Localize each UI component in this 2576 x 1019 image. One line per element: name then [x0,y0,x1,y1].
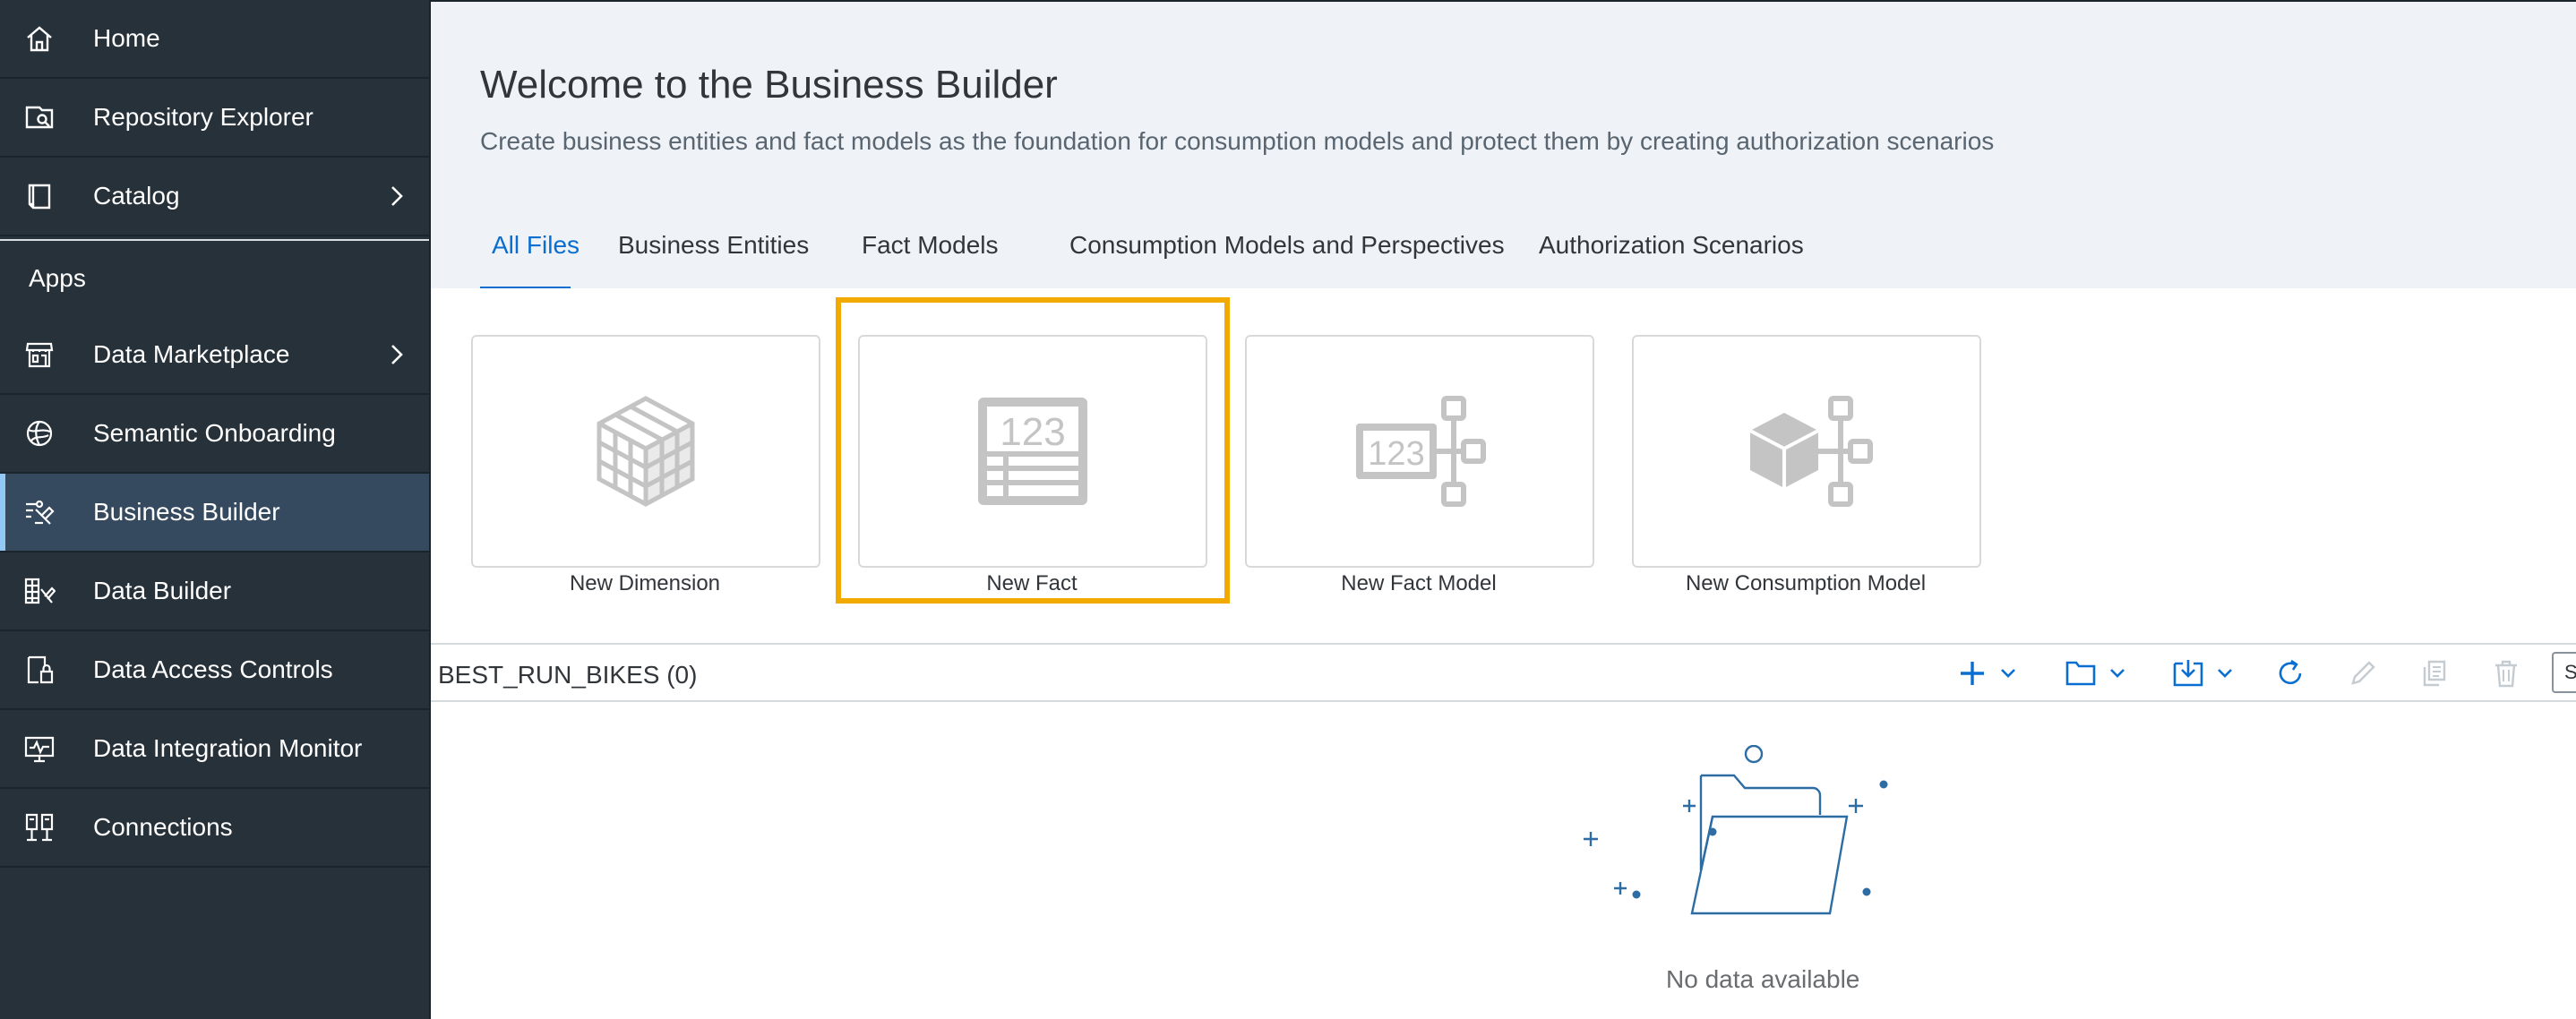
empty-state-message: No data available [1666,965,1860,993]
chevron-right-icon [384,342,409,367]
repository-toolbar: BEST_RUN_BIKES (0) S [431,643,2576,702]
nav-item-data-builder[interactable]: Data Builder [0,552,429,631]
trash-icon [2495,660,2517,688]
nav-label: Home [93,24,160,52]
consumption-model-icon [1749,396,1873,507]
fact-icon-text: 123 [1000,410,1065,454]
nav-label: Data Marketplace [93,340,290,368]
chevron-down-icon [2110,669,2125,678]
nav-label: Semantic Onboarding [93,419,336,447]
nav-label: Repository Explorer [93,103,313,131]
chevron-right-icon [384,184,409,209]
nav-label: Business Builder [93,498,280,526]
import-icon [2173,660,2203,687]
chevron-down-icon [2001,669,2015,678]
page-subtitle: Create business entities and fact models… [480,127,1995,155]
nav-label: Connections [93,813,233,841]
refresh-icon [2279,659,2302,685]
tile-card[interactable] [1632,335,1981,568]
nav-label: Data Integration Monitor [93,734,363,762]
dimension-cube-icon [597,396,695,507]
nav-item-connections[interactable]: Connections [0,789,429,868]
data-access-lock-icon [23,654,56,686]
empty-folder-illustration [1584,745,1888,915]
empty-state: No data available [431,702,2576,1019]
refresh-button[interactable] [2275,655,2306,691]
pencil-icon [2351,661,2375,685]
tab-authorization-scenarios[interactable]: Authorization Scenarios [1539,231,1804,290]
delete-button[interactable] [2491,655,2521,691]
nav-label: Data Access Controls [93,655,333,683]
tile-card[interactable] [471,335,820,568]
tile-label: New Consumption Model [1685,571,1927,595]
nav-item-catalog[interactable]: Catalog [0,158,429,236]
tile-card[interactable]: 123 [858,335,1207,568]
nav-item-data-marketplace[interactable]: Data Marketplace [0,316,429,395]
tile-label: New Fact [986,571,1078,595]
catalog-book-icon [23,180,56,212]
copy-button[interactable] [2419,655,2450,691]
data-builder-icon [23,575,56,607]
globe-onboarding-icon [23,417,56,450]
home-icon [23,22,56,55]
tab-all-files[interactable]: All Files [480,231,580,290]
edit-button[interactable] [2348,655,2378,691]
nav-item-semantic-onboarding[interactable]: Semantic Onboarding [0,395,429,474]
fact-model-icon: 123 [1356,396,1486,507]
fact-table-icon: 123 [978,398,1087,505]
import-menu-button[interactable] [2172,655,2237,691]
tab-fact-models[interactable]: Fact Models [862,231,999,290]
tile-label: New Fact Model [1341,571,1497,595]
tab-consumption-models[interactable]: Consumption Models and Perspectives [1069,231,1505,290]
fact-model-icon-text: 123 [1368,435,1424,473]
tab-business-entities[interactable]: Business Entities [618,231,809,290]
tile-label: New Dimension [569,571,721,595]
nav-item-home[interactable]: Home [0,0,429,79]
copy-icon [2423,660,2446,687]
nav-item-data-integration-monitor[interactable]: Data Integration Monitor [0,710,429,789]
repository-title: BEST_RUN_BIKES (0) [438,661,698,689]
connections-icon [23,811,56,843]
search-input[interactable]: S [2552,652,2576,693]
folder-icon [2065,661,2096,686]
tile-card[interactable]: 123 [1245,335,1594,568]
side-navigation: Home Repository Explorer Catalog Apps Da… [0,0,431,1019]
business-builder-icon [23,496,56,528]
nav-label: Catalog [93,182,180,210]
nav-group-label: Apps [29,264,86,292]
nav-item-data-access-controls[interactable]: Data Access Controls [0,631,429,710]
create-tiles: New Dimension 123 New Fact 123 New Fact … [431,288,2576,643]
plus-icon [1961,662,1984,685]
page-title: Welcome to the Business Builder [480,63,1058,107]
nav-group-apps: Apps [0,239,429,316]
chevron-down-icon [2218,669,2232,678]
storefront-icon [23,338,56,371]
nav-item-repository-explorer[interactable]: Repository Explorer [0,79,429,158]
nav-item-business-builder[interactable]: Business Builder [0,474,429,552]
nav-label: Data Builder [93,577,232,604]
add-menu-button[interactable] [1957,655,2020,691]
monitor-icon [23,732,56,765]
folder-menu-button[interactable] [2065,655,2129,691]
repository-search-icon [23,101,56,133]
page-header: Welcome to the Business Builder Create b… [431,0,2576,290]
